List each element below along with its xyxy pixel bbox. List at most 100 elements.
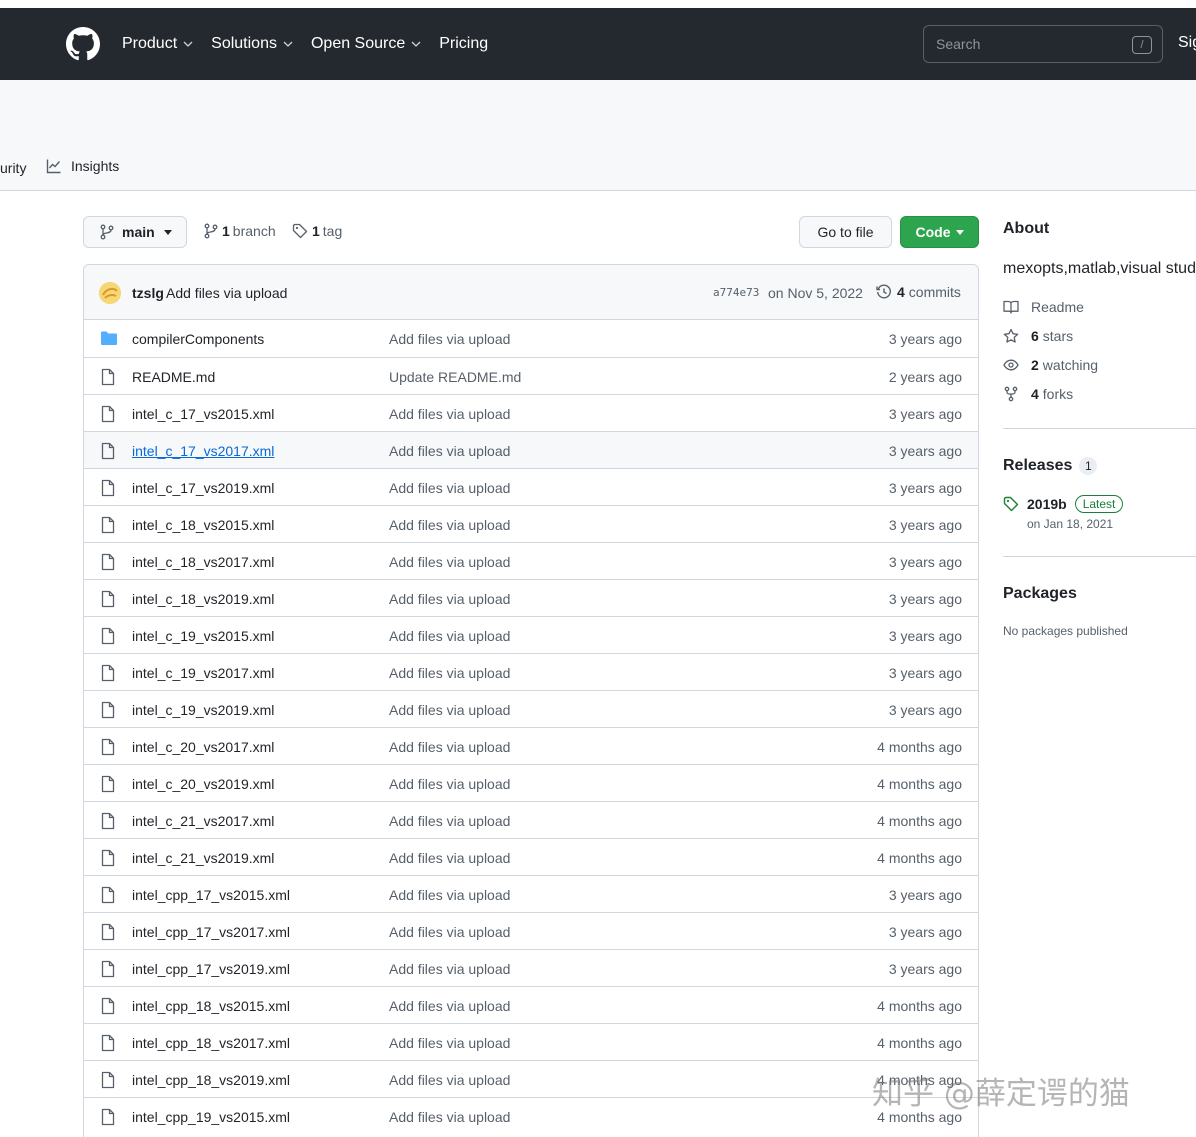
- file-name[interactable]: intel_cpp_17_vs2019.xml: [132, 961, 290, 977]
- commit-message[interactable]: Add files via upload: [166, 285, 287, 301]
- table-row[interactable]: intel_cpp_18_vs2015.xml Add files via upl…: [84, 986, 978, 1023]
- file-name[interactable]: intel_c_19_vs2015.xml: [132, 628, 274, 644]
- file-name[interactable]: intel_c_18_vs2015.xml: [132, 517, 274, 533]
- table-row[interactable]: intel_c_19_vs2017.xml Add files via uploa…: [84, 653, 978, 690]
- file-commit-message[interactable]: Add files via upload: [389, 702, 510, 718]
- file-icon: [101, 960, 115, 978]
- file-name[interactable]: intel_cpp_17_vs2015.xml: [132, 887, 290, 903]
- github-logo-icon[interactable]: [66, 27, 100, 61]
- file-name[interactable]: intel_c_19_vs2019.xml: [132, 702, 274, 718]
- caret-down-icon: [955, 229, 964, 235]
- file-commit-message[interactable]: Add files via upload: [389, 961, 510, 977]
- file-name[interactable]: intel_c_17_vs2019.xml: [132, 480, 274, 496]
- file-commit-message[interactable]: Add files via upload: [389, 1072, 510, 1088]
- table-row[interactable]: intel_cpp_19_vs2015.xml Add files via upl…: [84, 1097, 978, 1134]
- readme-link[interactable]: Readme: [1003, 299, 1084, 315]
- file-icon: [101, 775, 115, 793]
- tags-link[interactable]: 1 tag: [292, 223, 342, 239]
- file-name[interactable]: intel_c_18_vs2017.xml: [132, 554, 274, 570]
- file-commit-message[interactable]: Add files via upload: [389, 998, 510, 1014]
- search-input[interactable]: Search /: [923, 25, 1163, 63]
- branches-link[interactable]: 1 branch: [204, 223, 276, 239]
- file-commit-message[interactable]: Add files via upload: [389, 628, 510, 644]
- file-name[interactable]: intel_c_21_vs2019.xml: [132, 850, 274, 866]
- file-name[interactable]: intel_cpp_18_vs2019.xml: [132, 1072, 290, 1088]
- releases-heading[interactable]: Releases 1: [1003, 457, 1098, 475]
- file-name[interactable]: intel_cpp_18_vs2017.xml: [132, 1035, 290, 1051]
- file-name[interactable]: intel_c_17_vs2015.xml: [132, 406, 274, 422]
- table-row[interactable]: intel_c_20_vs2019.xml Add files via uploa…: [84, 764, 978, 801]
- table-row[interactable]: intel_c_18_vs2015.xml Add files via uploa…: [84, 505, 978, 542]
- tab-security[interactable]: urity: [0, 160, 26, 176]
- forks-link[interactable]: 4 forks: [1003, 386, 1073, 402]
- table-row[interactable]: intel_c_21_vs2019.xml Add files via uploa…: [84, 838, 978, 875]
- file-name[interactable]: intel_c_20_vs2019.xml: [132, 776, 274, 792]
- file-commit-message[interactable]: Add files via upload: [389, 1109, 510, 1125]
- nav-open-source[interactable]: Open Source: [311, 35, 421, 53]
- file-icon-wrap: [100, 479, 116, 500]
- file-name[interactable]: intel_cpp_17_vs2017.xml: [132, 924, 290, 940]
- file-commit-message[interactable]: Add files via upload: [389, 776, 510, 792]
- file-commit-message[interactable]: Add files via upload: [389, 443, 510, 459]
- table-row[interactable]: intel_c_19_vs2015.xml Add files via uploa…: [84, 616, 978, 653]
- file-name[interactable]: intel_c_18_vs2019.xml: [132, 591, 274, 607]
- table-row[interactable]: intel_cpp_17_vs2019.xml Add files via upl…: [84, 949, 978, 986]
- table-row[interactable]: intel_cpp_18_vs2019.xml Add files via upl…: [84, 1060, 978, 1097]
- nav-solutions[interactable]: Solutions: [211, 35, 293, 53]
- watchers-link[interactable]: 2 watching: [1003, 357, 1098, 373]
- go-to-file-button[interactable]: Go to file: [799, 216, 892, 248]
- commit-author[interactable]: tzslg: [132, 285, 164, 301]
- file-commit-message[interactable]: Add files via upload: [389, 406, 510, 422]
- table-row[interactable]: intel_c_21_vs2017.xml Add files via uploa…: [84, 801, 978, 838]
- file-commit-message[interactable]: Add files via upload: [389, 665, 510, 681]
- file-commit-message[interactable]: Add files via upload: [389, 517, 510, 533]
- tag-icon: [292, 223, 308, 239]
- file-name[interactable]: compilerComponents: [132, 331, 264, 347]
- branch-select-button[interactable]: main: [83, 216, 187, 248]
- code-button[interactable]: Code: [900, 216, 979, 248]
- commits-link[interactable]: 4 commits: [876, 284, 961, 300]
- sign-in-link[interactable]: Sig: [1178, 34, 1196, 52]
- file-commit-message[interactable]: Add files via upload: [389, 331, 510, 347]
- table-row[interactable]: README.md Update README.md 2 years ago: [84, 357, 978, 394]
- file-name[interactable]: README.md: [132, 369, 215, 385]
- table-row[interactable]: intel_c_19_vs2019.xml Add files via uploa…: [84, 690, 978, 727]
- file-commit-message[interactable]: Add files via upload: [389, 887, 510, 903]
- file-age: 3 years ago: [888, 591, 962, 607]
- watching-count: 2: [1031, 357, 1039, 373]
- packages-title[interactable]: Packages: [1003, 585, 1077, 603]
- table-row[interactable]: intel_cpp_17_vs2017.xml Add files via upl…: [84, 912, 978, 949]
- table-row[interactable]: intel_c_18_vs2017.xml Add files via uploa…: [84, 542, 978, 579]
- file-commit-message[interactable]: Add files via upload: [389, 591, 510, 607]
- file-commit-message[interactable]: Add files via upload: [389, 813, 510, 829]
- file-commit-message[interactable]: Add files via upload: [389, 850, 510, 866]
- file-commit-message[interactable]: Add files via upload: [389, 1035, 510, 1051]
- stars-link[interactable]: 6 stars: [1003, 328, 1073, 344]
- file-name[interactable]: intel_cpp_19_vs2015.xml: [132, 1109, 290, 1125]
- avatar[interactable]: [99, 282, 121, 304]
- table-row[interactable]: intel_cpp_17_vs2015.xml Add files via upl…: [84, 875, 978, 912]
- table-row[interactable]: intel_c_17_vs2019.xml Add files via uploa…: [84, 468, 978, 505]
- tab-insights[interactable]: Insights: [46, 158, 119, 174]
- table-row[interactable]: intel_c_17_vs2015.xml Add files via uploa…: [84, 394, 978, 431]
- table-row[interactable]: compilerComponents Add files via upload 3 …: [84, 320, 978, 357]
- table-row[interactable]: intel_cpp_18_vs2017.xml Add files via upl…: [84, 1023, 978, 1060]
- file-commit-message[interactable]: Add files via upload: [389, 554, 510, 570]
- table-row[interactable]: intel_c_18_vs2019.xml Add files via uploa…: [84, 579, 978, 616]
- nav-pricing[interactable]: Pricing: [439, 35, 488, 53]
- file-commit-message[interactable]: Add files via upload: [389, 924, 510, 940]
- file-name[interactable]: intel_cpp_18_vs2015.xml: [132, 998, 290, 1014]
- file-name[interactable]: intel_c_21_vs2017.xml: [132, 813, 274, 829]
- file-commit-message[interactable]: Add files via upload: [389, 739, 510, 755]
- file-name[interactable]: intel_c_17_vs2017.xml: [132, 443, 274, 459]
- commit-sha[interactable]: a774e73: [713, 286, 759, 299]
- watching-label: watching: [1042, 357, 1099, 373]
- latest-release[interactable]: 2019b Latest: [1003, 495, 1124, 513]
- file-commit-message[interactable]: Add files via upload: [389, 480, 510, 496]
- table-row[interactable]: intel_c_20_vs2017.xml Add files via uploa…: [84, 727, 978, 764]
- file-commit-message[interactable]: Update README.md: [389, 369, 521, 385]
- table-row[interactable]: intel_c_17_vs2017.xml Add files via uploa…: [84, 431, 978, 468]
- file-name[interactable]: intel_c_20_vs2017.xml: [132, 739, 274, 755]
- file-name[interactable]: intel_c_19_vs2017.xml: [132, 665, 274, 681]
- nav-product[interactable]: Product: [122, 35, 193, 53]
